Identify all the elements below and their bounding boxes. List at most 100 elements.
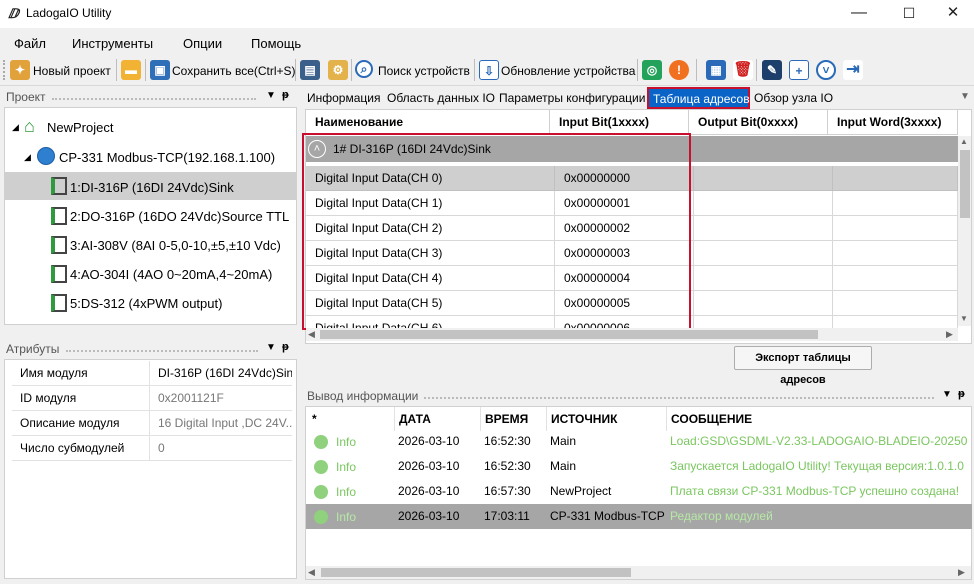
scroll-left-arrow-icon[interactable]: ◀: [308, 567, 315, 578]
tree-module-2[interactable]: 2:DO-316P (16DO 24Vdc)Source TTL: [70, 209, 289, 224]
panel-dropdown-icon[interactable]: ▼: [942, 389, 952, 400]
column-header[interactable]: Input Word(3xxxx): [828, 110, 958, 135]
alert-icon[interactable]: !: [669, 60, 689, 80]
export-address-table-button[interactable]: Экспорт таблицы адресов: [734, 346, 872, 386]
update-device-icon[interactable]: ⇩: [479, 60, 499, 80]
log-message: Запускается LadogaIO Utility! Текущая ве…: [670, 459, 964, 473]
log-message: Редактор модулей: [670, 509, 773, 523]
tab-io-node-overview[interactable]: Обзор узла IO: [754, 88, 833, 108]
column-header[interactable]: Output Bit(0xxxx): [689, 110, 828, 135]
maximize-button[interactable]: ☐: [886, 0, 932, 28]
attribute-name: Описание модуля: [12, 411, 150, 436]
menu-help[interactable]: Помощь: [251, 36, 301, 51]
search-devices-button[interactable]: Поиск устройств: [378, 64, 470, 78]
attribute-row: ID модуля 0x2001121F: [12, 386, 292, 411]
log-source: Main: [550, 459, 577, 473]
save-all-button[interactable]: Сохранить все(Ctrl+S): [172, 64, 296, 78]
pin-icon[interactable]: ᵽ: [282, 89, 289, 101]
module-grid-icon[interactable]: ▦: [706, 60, 726, 80]
column-header[interactable]: СООБЩЕНИЕ: [666, 407, 966, 431]
tabs-overflow-icon[interactable]: ▼: [960, 91, 970, 102]
log-time: 16:57:30: [484, 484, 531, 498]
log-row[interactable]: Info 2026-03-10 16:52:30 Main Запускаетс…: [306, 454, 972, 479]
scroll-left-arrow-icon[interactable]: ◀: [308, 329, 315, 340]
vertical-scroll-thumb[interactable]: [960, 150, 970, 218]
attribute-value: 0: [150, 436, 292, 461]
search-icon[interactable]: ⌕: [355, 60, 373, 78]
edit-icon[interactable]: ✎: [762, 60, 782, 80]
log-row[interactable]: Info 2026-03-10 17:03:11 CP-331 Modbus-T…: [306, 504, 972, 529]
network-globe-icon: [37, 147, 55, 165]
scroll-right-arrow-icon[interactable]: ▶: [946, 329, 953, 340]
compile-icon[interactable]: ▤: [300, 60, 320, 80]
chevron-down-circle-icon[interactable]: ˅: [816, 60, 836, 80]
log-row[interactable]: Info 2026-03-10 16:52:30 Main Load:GSD\G…: [306, 429, 972, 454]
scroll-right-arrow-icon[interactable]: ▶: [958, 567, 965, 578]
panel-dropdown-icon[interactable]: ▼: [266, 90, 276, 101]
row-input-word: [833, 216, 958, 241]
close-button[interactable]: ✕: [930, 0, 974, 28]
row-input-word: [833, 291, 958, 316]
expand-icon[interactable]: ◢: [12, 122, 19, 133]
output-header-row: * ДАТА ВРЕМЯ ИСТОЧНИК СООБЩЕНИЕ: [306, 407, 966, 431]
log-row[interactable]: Info 2026-03-10 16:57:30 NewProject Плат…: [306, 479, 972, 504]
expand-icon[interactable]: ◢: [24, 152, 31, 163]
log-source: NewProject: [550, 484, 612, 498]
column-header[interactable]: ИСТОЧНИК: [546, 407, 666, 431]
menu-tools[interactable]: Инструменты: [72, 36, 153, 51]
log-message: Плата связи CP-331 Modbus-TCP успешно со…: [670, 484, 960, 498]
tab-address-table[interactable]: Таблица адресов: [647, 87, 750, 109]
log-horizontal-scroll-thumb[interactable]: [321, 568, 631, 577]
panel-grip: [66, 350, 258, 352]
column-header[interactable]: Наименование: [306, 110, 550, 135]
app-logo-icon: ⅅ: [8, 6, 19, 21]
column-header[interactable]: Input Bit(1xxxx): [550, 110, 689, 135]
online-icon[interactable]: ◎: [642, 60, 662, 80]
pin-icon[interactable]: ᵽ: [958, 388, 965, 400]
toolbar-grip: [3, 60, 5, 80]
save-icon[interactable]: ▣: [150, 60, 170, 80]
tab-config-params[interactable]: Параметры конфигурации: [499, 88, 645, 108]
settings-gear-icon[interactable]: ⚙: [328, 60, 348, 80]
attribute-value: 16 Digital Input ,DC 24V...: [150, 411, 292, 436]
scroll-up-arrow-icon[interactable]: ▲: [960, 137, 968, 146]
tree-module-1[interactable]: 1:DI-316P (16DI 24Vdc)Sink: [70, 180, 234, 195]
exit-icon[interactable]: ⇥: [843, 60, 863, 80]
column-header[interactable]: ВРЕМЯ: [480, 407, 546, 431]
log-time: 17:03:11: [484, 509, 530, 523]
toolbar-separator: [474, 59, 475, 81]
pin-icon[interactable]: ᵽ: [282, 341, 289, 353]
log-date: 2026-03-10: [398, 484, 460, 498]
log-level: Info: [336, 434, 357, 449]
new-project-icon[interactable]: ✦: [10, 60, 30, 80]
menu-file[interactable]: Файл: [14, 36, 46, 51]
tab-io-data-area[interactable]: Область данных IO: [387, 88, 495, 108]
delete-trash-icon[interactable]: 🗑: [733, 60, 753, 80]
open-folder-icon[interactable]: ▬: [121, 60, 141, 80]
column-header[interactable]: *: [306, 407, 394, 431]
attribute-row: Имя модуля DI-316P (16DI 24Vdc)Sink: [12, 361, 292, 386]
column-header[interactable]: ДАТА: [394, 407, 480, 431]
tree-module-3[interactable]: 3:AI-308V (8AI 0-5,0-10,±5,±10 Vdc): [70, 238, 281, 253]
attribute-row: Описание модуля 16 Digital Input ,DC 24V…: [12, 411, 292, 436]
minimize-button[interactable]: —: [836, 0, 882, 28]
tree-module-5[interactable]: 5:DS-312 (4xPWM output): [70, 296, 222, 311]
toolbar-separator: [295, 59, 296, 81]
tree-station[interactable]: CP-331 Modbus-TCP(192.168.1.100): [59, 150, 275, 165]
panel-dropdown-icon[interactable]: ▼: [266, 342, 276, 353]
new-project-button[interactable]: Новый проект: [33, 64, 111, 78]
tree-root-project[interactable]: NewProject: [47, 120, 113, 135]
toolbar-separator: [145, 59, 146, 81]
status-dot-icon: [314, 509, 328, 524]
update-device-button[interactable]: Обновление устройства: [501, 64, 635, 78]
module-icon: [51, 236, 67, 254]
window-title: LadogaIO Utility: [26, 6, 112, 20]
horizontal-scroll-thumb[interactable]: [320, 330, 818, 339]
tab-info[interactable]: Информация: [307, 88, 380, 108]
add-window-icon[interactable]: +: [789, 60, 809, 80]
module-icon: [51, 207, 67, 225]
tree-module-4[interactable]: 4:AO-304I (4AO 0~20mA,4~20mA): [70, 267, 272, 282]
attribute-value[interactable]: DI-316P (16DI 24Vdc)Sink: [150, 361, 292, 386]
menu-options[interactable]: Опции: [183, 36, 222, 51]
scroll-down-arrow-icon[interactable]: ▼: [960, 314, 968, 323]
